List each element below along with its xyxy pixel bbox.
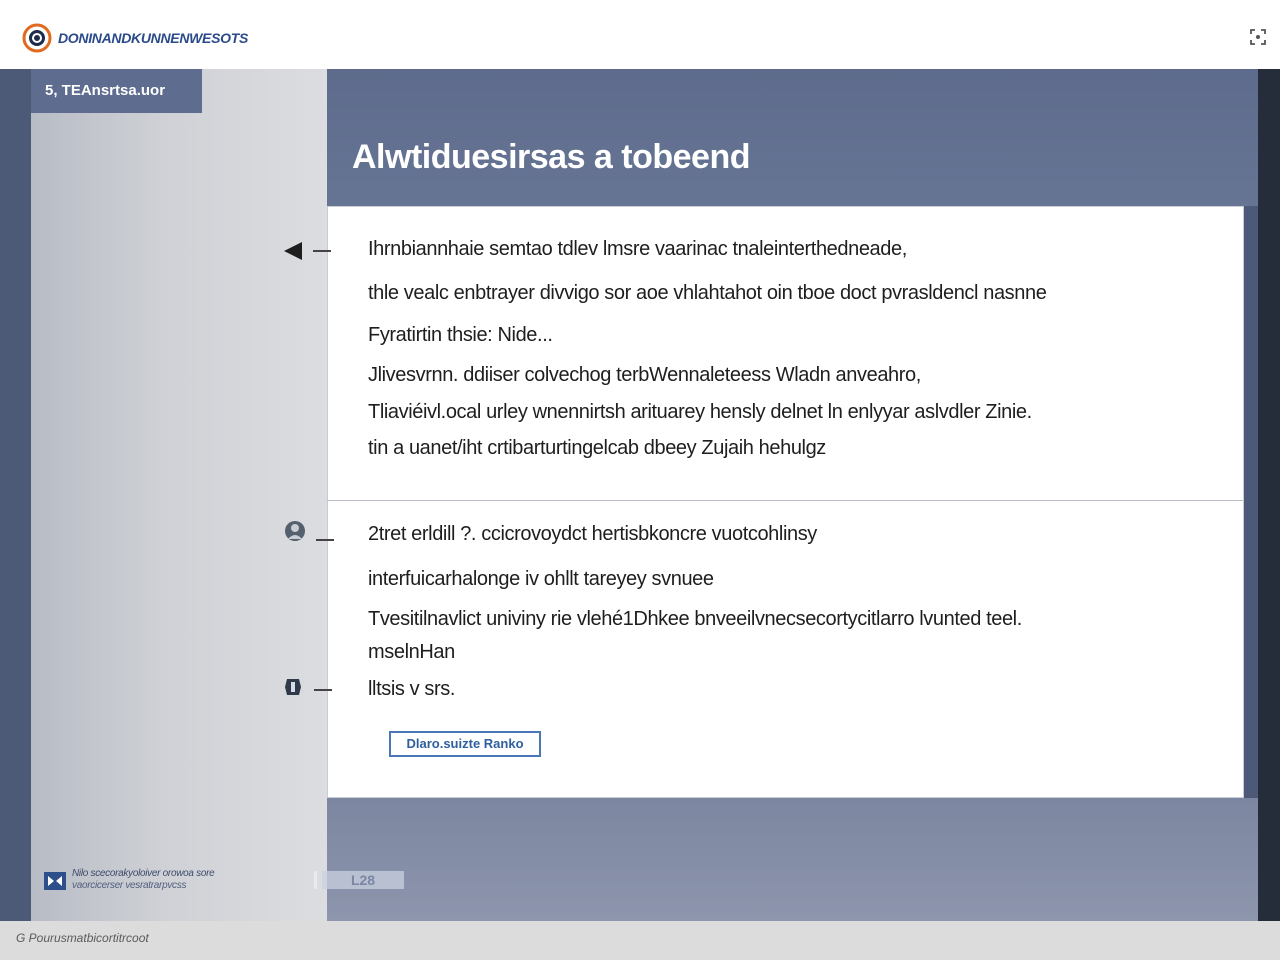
paragraph-line: Jlivesvrnn. ddiiser colvechog terbWennal… <box>368 364 921 386</box>
source-link-button[interactable]: Dlaro.suizte Ranko <box>389 731 541 757</box>
right-edge-strip <box>1258 69 1280 921</box>
play-triangle-icon[interactable] <box>281 239 305 263</box>
leader-line <box>314 689 332 691</box>
content-divider <box>327 500 1243 501</box>
logo-icon <box>22 23 52 53</box>
section-tab[interactable]: 5, TEAnsrtsa.uor <box>31 69 202 113</box>
slide-lower-band <box>327 798 1258 921</box>
footer-caption: vaorcicerser vesratrarpvcss <box>72 880 187 891</box>
paragraph-line: Fyratirtin thsie: Nide... <box>368 324 553 346</box>
paragraph-line: thle vealc enbtrayer divvigo sor aoe vhl… <box>368 282 1047 304</box>
person-icon[interactable] <box>283 519 307 543</box>
paragraph-line: Tvesitilnavlict univiny rie vlehé1Dhkee … <box>368 608 1022 630</box>
badge-icon[interactable] <box>281 675 305 699</box>
paragraph-line: Ihrnbiannhaie semtao tdlev lmsre vaarina… <box>368 238 907 260</box>
side-panel <box>31 69 327 921</box>
slide-title: Alwtiduesirsas a tobeend <box>352 138 751 176</box>
paragraph-line: interfuicarhalonge iv ohllt tareyey svnu… <box>368 568 714 590</box>
status-bar <box>0 921 1280 960</box>
paragraph-line: lltsis v srs. <box>368 678 456 700</box>
footer-caption: Nilo scecorakyoloiver orowoa sore <box>72 868 215 879</box>
leader-line <box>316 539 334 541</box>
footer-logo-icon <box>44 872 66 890</box>
paragraph-line: Tliaviéivl.ocal urley wnennirtsh arituar… <box>368 401 1032 423</box>
brand-name: DONINANDKUNNENWESOTS <box>58 30 249 46</box>
paragraph-line: tin a uanet/iht crtibarturtingelcab dbee… <box>368 437 826 459</box>
footer-badge-label: L28 <box>351 872 375 888</box>
fullscreen-icon[interactable] <box>1248 27 1268 47</box>
paragraph-line: 2tret erldill ?. ccicrovoydct hertisbkon… <box>368 523 817 545</box>
leader-line <box>313 250 331 252</box>
footer-badge-icon: L28 <box>314 871 404 889</box>
paragraph-line: mselnHan <box>368 641 455 663</box>
status-text: G Pourusmatbicortitrcoot <box>16 931 149 945</box>
